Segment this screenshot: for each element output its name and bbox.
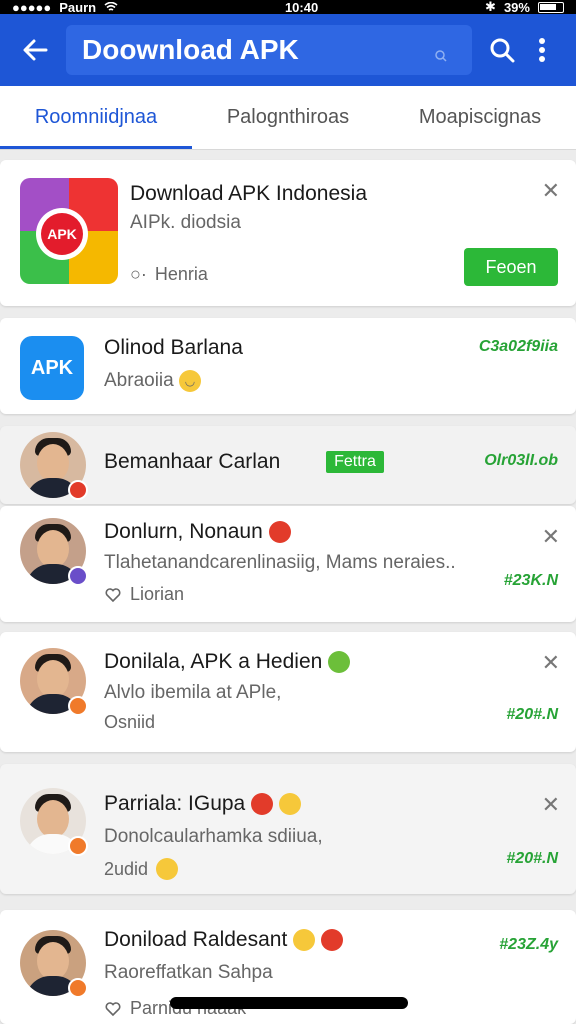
item-subtitle: Donolcaularhamka sdiiua,: [104, 826, 323, 847]
item-meta: ○· Henria: [130, 264, 208, 285]
item-title-row: Donilala, APK a Hedien: [104, 650, 351, 674]
avatar: [20, 788, 88, 856]
item-title: Olinod Barlana: [104, 336, 243, 359]
emoji-icon: [268, 521, 291, 544]
avatar: [20, 432, 88, 500]
search-field[interactable]: Doownload APK: [66, 25, 472, 75]
emoji-icon: [328, 651, 351, 674]
apk-app-icon: APK: [20, 336, 84, 400]
item-stamp: #20#.N: [506, 850, 558, 867]
item-meta: 2udid: [104, 858, 179, 880]
app-icon: APK: [20, 178, 118, 284]
item-meta-text: Osniid: [104, 712, 156, 732]
close-icon[interactable]: ✕: [542, 524, 560, 550]
badge-icon: [68, 836, 88, 856]
item-subtitle: Alvlo ibemila at APle,: [104, 682, 282, 703]
item-title: Download APK Indonesia: [130, 182, 367, 205]
item-title: Doniload Raldesant: [104, 928, 288, 951]
item-stamp: Olr03lI.ob: [484, 452, 558, 469]
back-button[interactable]: [18, 33, 52, 67]
more-options-button[interactable]: [522, 30, 562, 70]
heart-icon[interactable]: [104, 586, 122, 604]
item-stamp: C3a02f9iia: [478, 338, 558, 355]
tab-bar: Roomniidjnaa Palognthiroas Moapiscignas: [0, 86, 576, 150]
close-icon[interactable]: ✕: [542, 792, 560, 818]
item-stamp: #20#.N: [506, 706, 558, 723]
record-icon: [251, 793, 274, 816]
mini-search-icon: [435, 50, 447, 62]
emoji-icon: ◡: [179, 370, 201, 392]
carrier-label: Paurn: [59, 0, 97, 15]
item-title: Bemanhaar Carlan: [104, 450, 281, 473]
item-subtitle: Tlahetanandcarenlinasiig, Mams neraies..: [104, 552, 456, 573]
item-tag: Fettra: [326, 451, 384, 474]
search-field-text: Doownload APK: [82, 34, 299, 65]
item-subtitle-row: Abraoiia ◡: [104, 370, 201, 392]
list-item[interactable]: APK Olinod Barlana Abraoiia ◡ C3a02f9iia: [0, 318, 576, 414]
status-time: 10:40: [284, 0, 319, 15]
search-icon: [490, 38, 515, 63]
close-icon[interactable]: ✕: [542, 650, 560, 676]
list-item[interactable]: APK Download APK Indonesia AIPk. diodsia…: [0, 160, 576, 306]
item-subtitle: Abraoiia: [104, 370, 174, 392]
item-subtitle: Raoreffatkan Sahpa: [104, 962, 273, 983]
battery-icon: [537, 1, 564, 13]
tab-1[interactable]: Roomniidjnaa: [0, 86, 192, 149]
heart-icon[interactable]: [104, 1000, 122, 1018]
item-title: Parriala: IGupa: [104, 792, 246, 815]
arrow-back-icon: [23, 39, 48, 61]
item-meta-text: Liorian: [130, 584, 185, 604]
item-stamp: #23Z.4y: [499, 936, 558, 953]
item-subtitle: AIPk. diodsia: [130, 212, 241, 233]
list-item[interactable]: Donilala, APK a Hedien Alvlo ibemila at …: [0, 632, 576, 752]
avatar: [20, 648, 88, 716]
item-meta-text: Henria: [154, 264, 208, 284]
badge-icon: [68, 566, 88, 586]
item-meta: Liorian: [104, 584, 184, 605]
record-icon: [320, 929, 343, 952]
apk-logo-icon: APK: [41, 213, 83, 255]
avatar: [20, 518, 88, 586]
badge-icon: [68, 696, 88, 716]
avatar: [20, 930, 88, 998]
battery-percent: 39%: [503, 0, 530, 15]
item-title-row: Bemanhaar Carlan Fettra: [104, 450, 384, 474]
signal-icon: ●●●●●: [12, 0, 52, 15]
item-title-row: Parriala: IGupa: [104, 792, 301, 816]
search-button[interactable]: [482, 30, 522, 70]
item-title-row: Donlurn, Nonaun: [104, 520, 291, 544]
list-item[interactable]: Parriala: IGupa Donolcaularhamka sdiiua,…: [0, 764, 576, 894]
item-title: Donilala, APK a Hedien: [104, 650, 323, 673]
emoji-icon: [278, 793, 301, 816]
location-icon: ○·: [130, 264, 147, 284]
tab-2[interactable]: Palognthiroas: [192, 86, 384, 149]
open-button[interactable]: Feoen: [464, 248, 558, 286]
emoji-icon: [156, 858, 179, 880]
item-stamp: #23K.N: [503, 572, 558, 589]
item-meta: Osniid: [104, 712, 155, 733]
badge-icon: [68, 978, 88, 998]
home-indicator[interactable]: [170, 997, 408, 1009]
list-item[interactable]: Donlurn, Nonaun Tlahetanandcarenlinasiig…: [0, 506, 576, 622]
app-bar: Doownload APK: [0, 14, 576, 86]
status-bar: ●●●●● Paurn 10:40 ✱ 39%: [0, 0, 576, 15]
emoji-icon: [293, 929, 316, 952]
wifi-icon: [104, 0, 118, 15]
tab-3[interactable]: Moapiscignas: [384, 86, 576, 149]
bluetooth-icon: ✱: [485, 0, 496, 14]
badge-icon: [68, 480, 88, 500]
close-icon[interactable]: ✕: [542, 178, 560, 204]
item-meta-text: 2udid: [104, 858, 149, 879]
more-vert-icon: [539, 38, 545, 62]
item-title-row: Doniload Raldesant: [104, 928, 343, 952]
item-title: Donlurn, Nonaun: [104, 520, 263, 543]
list-item[interactable]: Bemanhaar Carlan Fettra Olr03lI.ob: [0, 426, 576, 504]
